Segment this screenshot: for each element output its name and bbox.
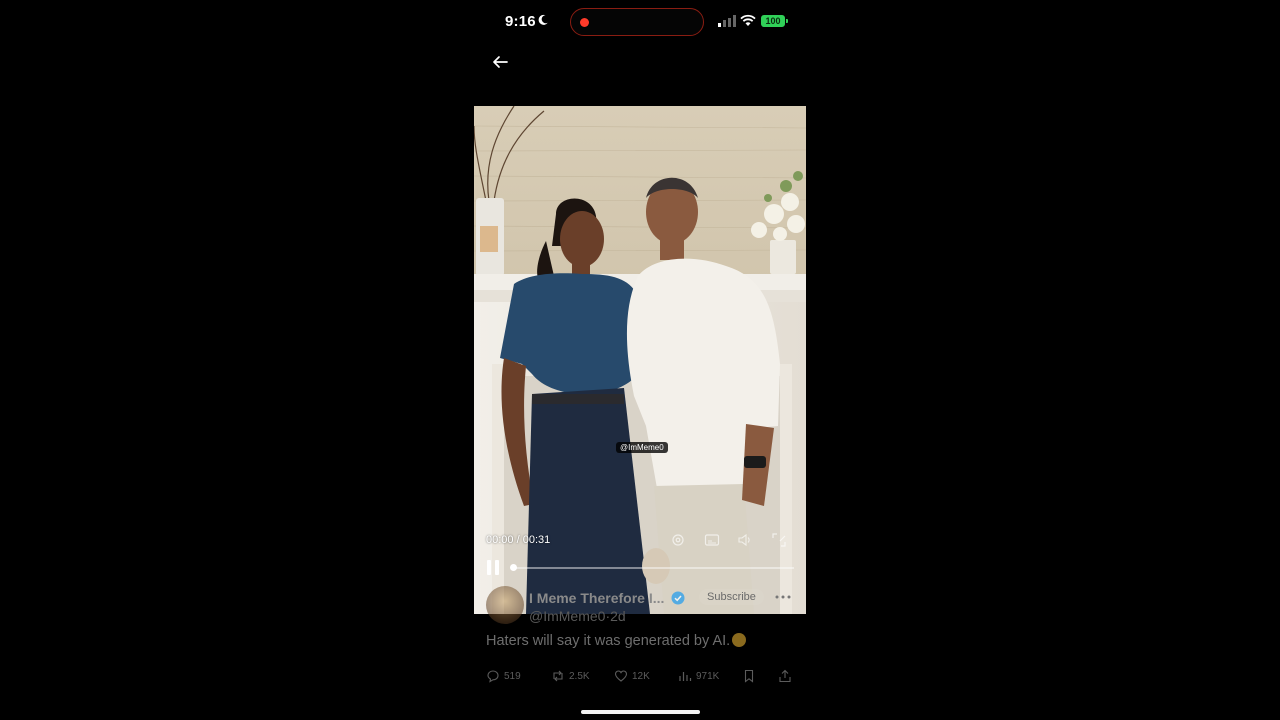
avatar[interactable] xyxy=(486,586,524,624)
author-handle[interactable]: @ImMeme0 xyxy=(529,608,605,624)
caption-icon[interactable] xyxy=(704,532,720,548)
author-handle-line: @ImMeme0·2d xyxy=(529,608,626,624)
cellular-signal-icon xyxy=(718,15,736,27)
tweet-actions: 519 2.5K 12K 971K xyxy=(474,668,806,686)
views-button[interactable]: 971K xyxy=(678,668,719,684)
status-bar: 9:16 100 xyxy=(474,0,806,44)
bookmark-button[interactable] xyxy=(742,668,756,684)
recording-dot-icon xyxy=(580,18,589,27)
repost-count: 2.5K xyxy=(569,670,590,682)
view-count: 971K xyxy=(696,670,720,682)
time-separator: / xyxy=(513,534,523,546)
home-indicator[interactable] xyxy=(581,710,700,714)
tweet-card[interactable]: I Meme Therefore I... Subscribe @ImMeme0… xyxy=(474,580,806,700)
video-time-readout: 00:00 / 00:31 xyxy=(486,534,550,546)
reply-icon xyxy=(487,670,499,683)
tweet-text: Haters will say it was generated by AI. xyxy=(486,633,747,649)
gear-icon[interactable] xyxy=(670,532,686,548)
like-count: 12K xyxy=(632,670,650,682)
reply-button[interactable]: 519 xyxy=(486,668,521,684)
tweet-body: Haters will say it was generated by AI. xyxy=(486,633,731,649)
current-time: 00:00 xyxy=(486,534,514,546)
heart-icon xyxy=(614,670,628,682)
volume-icon[interactable] xyxy=(737,532,753,548)
verified-badge-icon xyxy=(671,591,685,605)
video-player[interactable]: @ImMeme0 00:00 / 00:31 xyxy=(474,106,806,614)
more-options-icon[interactable] xyxy=(774,592,792,602)
battery-indicator: 100 xyxy=(761,15,785,27)
bookmark-icon xyxy=(744,669,754,683)
pause-bar-right xyxy=(495,560,499,575)
battery-tip xyxy=(786,19,788,23)
repost-button[interactable]: 2.5K xyxy=(551,668,590,684)
author-display-name[interactable]: I Meme Therefore I... xyxy=(529,590,664,606)
video-scrubber-handle[interactable] xyxy=(510,564,517,571)
share-button[interactable] xyxy=(778,668,792,684)
reply-count: 519 xyxy=(504,670,521,682)
emoji-face-icon xyxy=(732,633,747,647)
screen-recording-indicator[interactable] xyxy=(570,8,704,36)
video-watermark: @ImMeme0 xyxy=(616,442,668,453)
share-icon xyxy=(779,669,791,683)
pause-button[interactable] xyxy=(487,560,501,575)
tweet-age[interactable]: 2d xyxy=(610,608,626,624)
phone-screen: 9:16 100 @ImMeme0 00:00 / 00:31 I Meme T… xyxy=(474,0,806,720)
like-button[interactable]: 12K xyxy=(614,668,650,684)
pause-bar-left xyxy=(487,560,491,575)
repost-icon xyxy=(553,670,563,682)
fullscreen-icon[interactable] xyxy=(771,532,787,548)
wifi-icon xyxy=(740,14,756,26)
back-arrow-icon[interactable] xyxy=(488,50,512,74)
status-time: 9:16 xyxy=(505,13,536,30)
subscribe-button[interactable]: Subscribe xyxy=(699,589,764,605)
duration: 00:31 xyxy=(522,534,551,546)
moon-icon xyxy=(538,14,548,25)
views-chart-icon xyxy=(679,672,692,681)
video-progress-bar[interactable] xyxy=(512,567,794,569)
